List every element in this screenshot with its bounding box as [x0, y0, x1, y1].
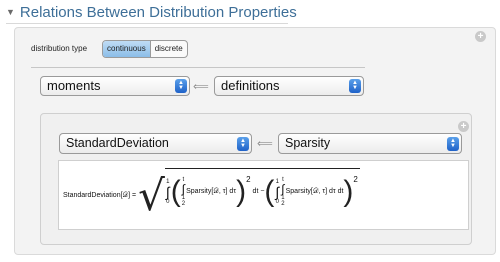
close-paren: ) — [236, 174, 247, 208]
moments-dropdown-value: moments — [47, 78, 101, 93]
formula-box: StandardDeviation[𝒟] = √ 1 ∫ 0 ( t ∫ 1 2 Spar… — [58, 160, 469, 230]
term2-body: Sparsity[𝒟, τ] dτ dt — [285, 187, 344, 195]
inner-integral-limits: t ∫ 1 2 — [281, 176, 285, 207]
distribution-type-label: distribution type — [31, 44, 88, 53]
implies-arrow-icon: ⟸ — [193, 81, 209, 93]
title-divider — [6, 23, 288, 24]
standard-deviation-dropdown-value: StandardDeviation — [66, 136, 169, 150]
add-icon[interactable]: + — [458, 121, 469, 132]
open-paren: ( — [264, 174, 275, 208]
outer-integral-limits: 1 ∫ 0 — [275, 178, 280, 205]
discrete-option[interactable]: discrete — [151, 41, 187, 57]
collapse-triangle-icon[interactable]: ▼ — [6, 7, 15, 17]
divider-line — [31, 67, 365, 68]
power: 2 — [353, 175, 358, 184]
definitions-dropdown[interactable]: definitions ▲ ▼ — [214, 76, 364, 96]
add-icon[interactable]: + — [475, 31, 486, 42]
section-title: Relations Between Distribution Propertie… — [19, 3, 297, 21]
standard-deviation-dropdown[interactable]: StandardDeviation ▲ ▼ — [59, 133, 252, 154]
distribution-type-toggle[interactable]: continuous discrete — [102, 40, 188, 58]
definitions-dropdown-value: definitions — [221, 78, 280, 93]
radicand: 1 ∫ 0 ( t ∫ 1 2 Sparsity[𝒟, τ] dτ ) 2 dt − ( … — [164, 167, 360, 208]
popup-arrows-icon: ▲ ▼ — [349, 79, 361, 93]
formula: StandardDeviation[𝒟] = √ 1 ∫ 0 ( t ∫ 1 2 Spar… — [63, 167, 360, 223]
close-paren: ) — [343, 174, 354, 208]
dt-minus: dt − — [252, 188, 265, 195]
inner-integral-limits: t ∫ 1 2 — [181, 176, 186, 207]
continuous-option[interactable]: continuous — [103, 41, 150, 57]
popup-arrows-icon: ▲ ▼ — [175, 79, 187, 93]
popup-arrows-icon: ▲ ▼ — [447, 137, 459, 151]
section-header[interactable]: ▼ Relations Between Distribution Propert… — [6, 2, 297, 22]
formula-lhs: StandardDeviation[𝒟] = — [63, 192, 137, 199]
moments-dropdown[interactable]: moments ▲ ▼ — [40, 76, 190, 96]
sparsity-dropdown-value: Sparsity — [285, 136, 331, 150]
outer-integral-limits: 1 ∫ 0 — [165, 178, 170, 205]
open-paren: ( — [170, 174, 181, 208]
power: 2 — [246, 175, 251, 184]
term1-body: Sparsity[𝒟, τ] dτ — [186, 187, 237, 195]
sparsity-dropdown[interactable]: Sparsity ▲ ▼ — [278, 133, 462, 154]
implies-arrow-icon: ⟸ — [257, 138, 273, 150]
sqrt-symbol: √ — [138, 171, 165, 220]
popup-arrows-icon: ▲ ▼ — [237, 137, 249, 151]
